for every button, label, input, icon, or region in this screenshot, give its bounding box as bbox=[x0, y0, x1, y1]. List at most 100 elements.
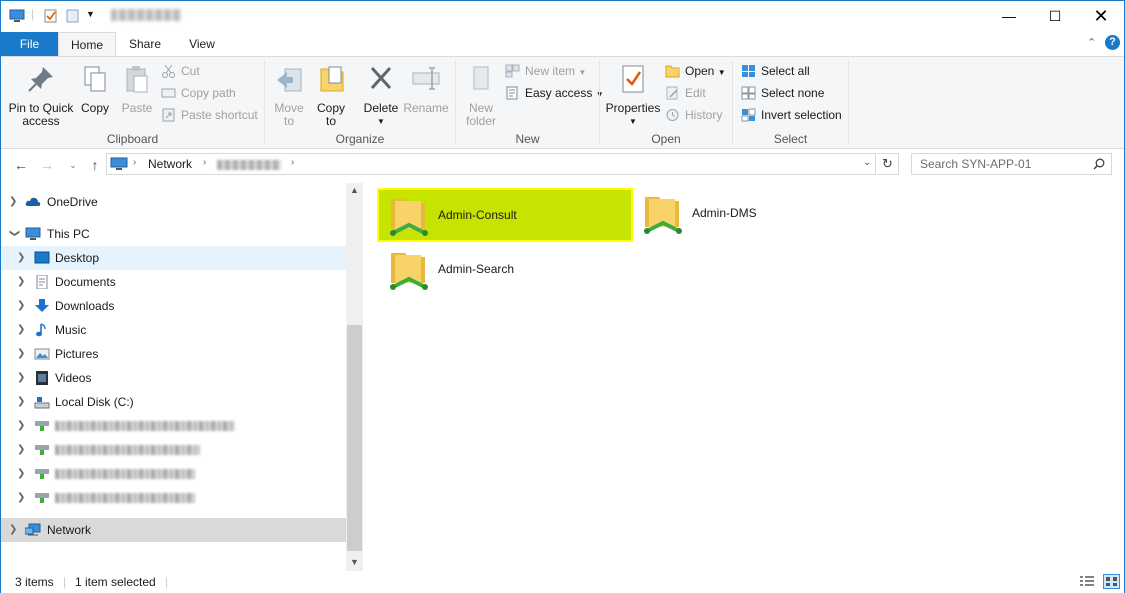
status-bar: 3 items | 1 item selected | bbox=[1, 571, 1124, 593]
new-folder-label2: folder bbox=[465, 114, 497, 128]
nav-item-music[interactable]: ❯ Music bbox=[1, 318, 346, 342]
address-bar[interactable]: › Network › › ⌄ bbox=[106, 153, 876, 175]
copy-to-label2: to bbox=[325, 114, 336, 128]
close-button[interactable]: ✕ bbox=[1078, 1, 1124, 31]
nav-label: Downloads bbox=[55, 299, 115, 313]
large-icons-view-icon[interactable] bbox=[1103, 574, 1120, 589]
collapse-ribbon-icon[interactable]: ⌃ bbox=[1087, 36, 1096, 49]
search-icon[interactable] bbox=[1093, 158, 1105, 170]
selection-count: 1 item selected bbox=[75, 575, 156, 589]
computer-icon[interactable] bbox=[9, 9, 25, 23]
select-all-button[interactable]: Select all bbox=[741, 61, 810, 81]
nav-item-network[interactable]: ❯ Network bbox=[1, 518, 346, 542]
breadcrumb-server[interactable] bbox=[217, 160, 281, 170]
address-dropdown-icon[interactable]: ⌄ bbox=[863, 157, 871, 168]
minimize-button[interactable]: — bbox=[986, 1, 1032, 31]
easy-access-button[interactable]: Easy access ▼ bbox=[505, 83, 604, 103]
breadcrumb-separator[interactable]: › bbox=[133, 157, 136, 168]
expand-chevron-icon[interactable]: ❯ bbox=[9, 518, 19, 542]
shared-folder-icon bbox=[644, 197, 682, 234]
expand-chevron-icon[interactable]: ❯ bbox=[17, 366, 27, 390]
new-folder-icon[interactable] bbox=[65, 9, 81, 23]
new-item-dropdown-icon[interactable]: ▼ bbox=[578, 68, 586, 77]
delete-button[interactable]: Delete ▼ bbox=[361, 63, 401, 128]
nav-item-network-drive[interactable]: ❯ bbox=[1, 438, 346, 462]
properties-button[interactable]: Properties ▼ bbox=[603, 63, 663, 128]
tab-share[interactable]: Share bbox=[120, 32, 170, 56]
title-bar: | ▼ — ☐ ✕ bbox=[1, 1, 1124, 32]
properties-dropdown-icon[interactable]: ▼ bbox=[603, 115, 663, 128]
edit-label: Edit bbox=[685, 86, 706, 100]
scroll-up-icon[interactable]: ▲ bbox=[350, 185, 359, 195]
search-input[interactable]: Search SYN-APP-01 bbox=[911, 153, 1112, 175]
folder-tile-admin-consult[interactable]: Admin-Consult bbox=[377, 188, 633, 242]
delete-dropdown-icon[interactable]: ▼ bbox=[361, 115, 401, 128]
nav-item-local-disk[interactable]: ❯ Local Disk (C:) bbox=[1, 390, 346, 414]
copy-to-icon bbox=[320, 66, 344, 92]
nav-item-downloads[interactable]: ❯ Downloads bbox=[1, 294, 346, 318]
cut-button[interactable]: Cut bbox=[161, 61, 200, 81]
expand-chevron-icon[interactable]: ❯ bbox=[17, 414, 27, 438]
nav-item-videos[interactable]: ❯ Videos bbox=[1, 366, 346, 390]
rename-button[interactable]: Rename bbox=[403, 63, 449, 115]
open-dropdown-icon[interactable]: ▼ bbox=[718, 68, 726, 77]
network-drive-icon bbox=[35, 421, 49, 431]
up-arrow-icon[interactable]: ↑ bbox=[85, 155, 105, 175]
properties-icon[interactable] bbox=[43, 9, 59, 23]
recent-locations-icon[interactable]: ⌄ bbox=[63, 155, 83, 175]
expand-chevron-icon[interactable]: ❯ bbox=[17, 462, 27, 486]
back-arrow-icon[interactable]: ← bbox=[11, 155, 31, 175]
maximize-button[interactable]: ☐ bbox=[1032, 1, 1078, 31]
expand-chevron-icon[interactable]: ❯ bbox=[17, 246, 27, 270]
details-view-icon[interactable] bbox=[1079, 575, 1095, 588]
help-icon[interactable]: ? bbox=[1105, 35, 1120, 50]
refresh-icon[interactable]: ↻ bbox=[877, 153, 899, 175]
nav-item-documents[interactable]: ❯ Documents bbox=[1, 270, 346, 294]
nav-item-network-drive[interactable]: ❯ bbox=[1, 414, 346, 438]
expand-chevron-icon[interactable]: ❯ bbox=[17, 318, 27, 342]
music-icon bbox=[36, 323, 46, 337]
copy-button[interactable]: Copy bbox=[77, 63, 113, 115]
nav-scrollbar-thumb[interactable] bbox=[347, 325, 362, 551]
paste-shortcut-button[interactable]: Paste shortcut bbox=[161, 105, 258, 125]
select-none-button[interactable]: Select none bbox=[741, 83, 824, 103]
move-to-button[interactable]: Move to bbox=[269, 63, 309, 128]
copy-path-button[interactable]: Copy path bbox=[161, 83, 236, 103]
expand-chevron-icon[interactable]: ❯ bbox=[17, 342, 27, 366]
history-button[interactable]: History bbox=[665, 105, 722, 125]
scroll-down-icon[interactable]: ▼ bbox=[350, 557, 359, 567]
breadcrumb-network[interactable]: Network bbox=[148, 157, 192, 171]
nav-item-this-pc[interactable]: ❯ This PC bbox=[1, 222, 346, 246]
expand-chevron-icon[interactable]: ❯ bbox=[17, 270, 27, 294]
forward-arrow-icon[interactable]: → bbox=[37, 155, 57, 175]
edit-button[interactable]: Edit bbox=[665, 83, 706, 103]
expand-chevron-icon[interactable]: ❯ bbox=[9, 190, 19, 214]
new-folder-icon bbox=[473, 66, 489, 90]
new-folder-button[interactable]: New folder bbox=[459, 63, 503, 128]
breadcrumb-separator[interactable]: › bbox=[203, 157, 206, 168]
expand-chevron-icon[interactable]: ❯ bbox=[17, 294, 27, 318]
copy-to-button[interactable]: Copy to bbox=[311, 63, 351, 128]
folder-tile-admin-search[interactable]: Admin-Search bbox=[379, 244, 635, 298]
invert-selection-button[interactable]: Invert selection bbox=[741, 105, 842, 125]
nav-item-network-drive[interactable]: ❯ bbox=[1, 462, 346, 486]
nav-item-desktop[interactable]: ❯ Desktop bbox=[1, 246, 346, 270]
tab-home[interactable]: Home bbox=[58, 32, 116, 56]
nav-item-pictures[interactable]: ❯ Pictures bbox=[1, 342, 346, 366]
network-drive-icon bbox=[35, 469, 49, 479]
expand-chevron-icon[interactable]: ❯ bbox=[17, 486, 27, 510]
folder-tile-admin-dms[interactable]: Admin-DMS bbox=[633, 188, 889, 242]
pin-to-quick-access-button[interactable]: Pin to Quick access bbox=[5, 63, 77, 128]
paste-button[interactable]: Paste bbox=[117, 63, 157, 115]
expand-chevron-icon[interactable]: ❯ bbox=[17, 390, 27, 414]
tab-view[interactable]: View bbox=[177, 32, 227, 56]
qat-dropdown-icon[interactable]: ▼ bbox=[86, 9, 95, 19]
tab-file[interactable]: File bbox=[1, 32, 58, 56]
open-button[interactable]: Open ▼ bbox=[665, 61, 726, 81]
expand-chevron-icon[interactable]: ❯ bbox=[17, 438, 27, 462]
nav-item-onedrive[interactable]: ❯ OneDrive bbox=[1, 190, 346, 214]
new-item-button[interactable]: New item ▼ bbox=[505, 61, 586, 81]
nav-item-network-drive[interactable]: ❯ bbox=[1, 486, 346, 510]
breadcrumb-separator[interactable]: › bbox=[291, 157, 294, 168]
collapse-chevron-icon[interactable]: ❯ bbox=[2, 229, 26, 239]
